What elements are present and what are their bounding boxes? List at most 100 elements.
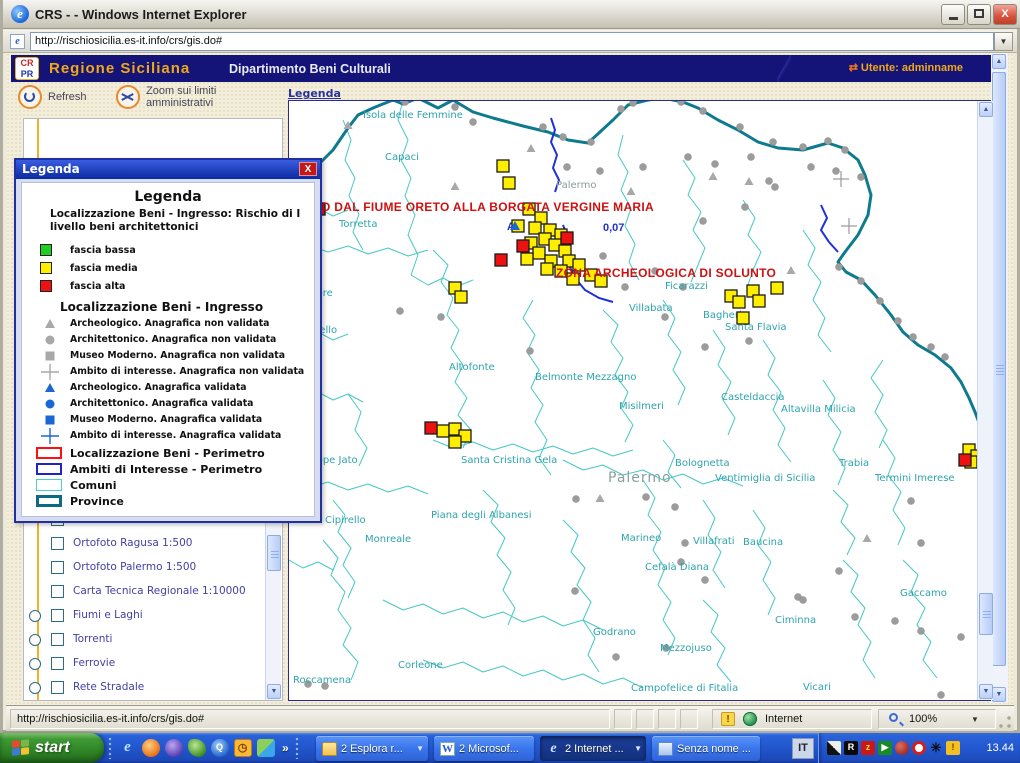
internet-explorer-icon[interactable]: e bbox=[119, 739, 137, 757]
internet-globe-icon bbox=[743, 712, 757, 726]
security-shield-icon[interactable]: ! bbox=[946, 741, 960, 755]
layer-checkbox[interactable] bbox=[51, 633, 64, 646]
crp-logo-icon: CRPR bbox=[15, 57, 39, 80]
address-input[interactable]: http://rischiosicilia.es-it.info/crs/gis… bbox=[30, 32, 994, 51]
layer-row: Ortofoto Ragusa 1:500 bbox=[24, 536, 264, 554]
layer-row: Ferrovie bbox=[24, 656, 264, 674]
cross-marker-icon bbox=[40, 428, 60, 444]
layer-label: Rete Stradale bbox=[73, 681, 144, 693]
browser-scrollbar[interactable]: ▲ ▼ bbox=[991, 53, 1008, 703]
layer-label: Torrenti bbox=[73, 633, 112, 645]
legend-item-label: Localizzazione Beni - Perimetro bbox=[70, 447, 265, 460]
resize-grip[interactable] bbox=[998, 715, 1012, 729]
square-marker-icon bbox=[40, 348, 60, 364]
map-scrollbar[interactable]: ▲ ▼ bbox=[977, 101, 993, 700]
windows-flag-icon bbox=[12, 739, 29, 757]
map-canvas[interactable]: A0,07Isola delle FemmineCapaciPalermoini… bbox=[288, 100, 994, 701]
browser-scroll-thumb[interactable] bbox=[992, 72, 1006, 666]
close-button[interactable]: X bbox=[993, 4, 1017, 25]
address-dropdown-button[interactable]: ▼ bbox=[994, 32, 1013, 51]
legend-swatch-icon bbox=[40, 280, 52, 292]
green-player-icon[interactable]: ▶ bbox=[878, 741, 892, 755]
legend-popup-titlebar[interactable]: Legenda bbox=[16, 160, 320, 179]
taskbar-button-label: 2 Esplora r... bbox=[341, 743, 403, 755]
legend-item-label: Ambito di interesse. Anagrafica non vali… bbox=[70, 366, 304, 377]
red-ball-icon[interactable] bbox=[895, 741, 909, 755]
taskbar-button-label: 2 Microsof... bbox=[459, 743, 519, 755]
browser-scroll-down-icon[interactable]: ▼ bbox=[992, 687, 1006, 702]
sidebar-scroll-thumb[interactable] bbox=[267, 535, 281, 571]
media-green-icon[interactable] bbox=[188, 739, 206, 757]
start-button[interactable]: start bbox=[0, 733, 104, 763]
firefox-icon[interactable] bbox=[142, 739, 160, 757]
layer-label: Fiumi e Laghi bbox=[73, 609, 143, 621]
taskbar-button[interactable]: e2 Internet ...▼ bbox=[540, 736, 646, 761]
browser-window: e CRS - - Windows Internet Explorer X e … bbox=[0, 0, 1020, 733]
layer-radio[interactable] bbox=[29, 634, 41, 646]
layer-radio[interactable] bbox=[29, 682, 41, 694]
map-panel[interactable]: A0,07Isola delle FemmineCapaciPalermoini… bbox=[288, 100, 994, 701]
legend-close-button[interactable]: X bbox=[299, 162, 317, 176]
java-icon[interactable] bbox=[165, 739, 183, 757]
quicktime-icon[interactable]: Q bbox=[211, 739, 229, 757]
layer-checkbox[interactable] bbox=[51, 561, 64, 574]
map-scroll-up-icon[interactable]: ▲ bbox=[979, 102, 993, 117]
taskbar-button[interactable]: Senza nome ... bbox=[652, 736, 760, 761]
legend-item: fascia media bbox=[40, 260, 314, 278]
zoom-limits-icon bbox=[116, 85, 140, 109]
toolbar-handle[interactable] bbox=[108, 737, 112, 759]
layer-checkbox[interactable] bbox=[51, 585, 64, 598]
language-indicator[interactable]: IT bbox=[792, 738, 814, 759]
title-bar[interactable]: e CRS - - Windows Internet Explorer X bbox=[3, 0, 1020, 29]
layer-radio[interactable] bbox=[29, 610, 41, 622]
user-indicator: ⇄Utente: adminname bbox=[849, 61, 963, 74]
layer-checkbox[interactable] bbox=[51, 609, 64, 622]
taskbar-button[interactable]: W2 Microsof... bbox=[434, 736, 534, 761]
black-star-icon[interactable]: ✳ bbox=[929, 741, 943, 755]
layer-checkbox[interactable] bbox=[51, 681, 64, 694]
checker-icon[interactable] bbox=[827, 741, 841, 755]
zoom-pane[interactable]: 100% ▼ bbox=[878, 709, 996, 729]
layer-radio[interactable] bbox=[29, 658, 41, 670]
legend-outline-swatch-icon bbox=[36, 479, 62, 491]
legend-item-label: Architettonico. Anagrafica validata bbox=[70, 398, 253, 409]
legend-outline-swatch-icon bbox=[36, 463, 62, 475]
legend-item-label: Archeologico. Anagrafica validata bbox=[70, 382, 247, 393]
zone-label: Internet bbox=[765, 713, 802, 725]
minimize-button[interactable] bbox=[941, 4, 965, 25]
ie-icon: e bbox=[546, 742, 561, 756]
legend-item: Ambito di interesse. Anagrafica validata bbox=[22, 428, 314, 444]
lightning-icon[interactable]: z bbox=[861, 741, 875, 755]
layer-checkbox[interactable] bbox=[51, 657, 64, 670]
legend-outline-swatch-icon bbox=[36, 447, 62, 459]
legend-subtitle: Localizzazione Beni - Ingresso: Rischio … bbox=[50, 208, 304, 234]
layer-checkbox[interactable] bbox=[51, 537, 64, 550]
map-scroll-down-icon[interactable]: ▼ bbox=[979, 684, 993, 699]
browser-scroll-up-icon[interactable]: ▲ bbox=[992, 54, 1006, 69]
taskbar-button[interactable]: 2 Esplora r... ▼ bbox=[316, 736, 428, 761]
sidebar-scroll-down-icon[interactable]: ▼ bbox=[267, 684, 281, 699]
legend-item: Architettonico. Anagrafica validata bbox=[22, 396, 314, 412]
legend-outline-swatch-icon bbox=[36, 495, 62, 507]
dropdown-caret-icon[interactable]: ▼ bbox=[634, 744, 642, 753]
toolbar-handle[interactable] bbox=[295, 737, 299, 759]
legend-item-label: fascia bassa bbox=[70, 245, 136, 256]
legend-link[interactable]: Legenda bbox=[288, 87, 341, 100]
black-glyph-icon[interactable]: R bbox=[844, 741, 858, 755]
zoom-caret-icon[interactable]: ▼ bbox=[971, 715, 979, 724]
red-ring-icon[interactable] bbox=[912, 741, 926, 755]
quick-launch-overflow-icon[interactable]: » bbox=[282, 741, 289, 755]
dropdown-caret-icon[interactable]: ▼ bbox=[416, 744, 424, 753]
zoom-admin-limits-button[interactable]: Zoom sui limiti amministrativi bbox=[116, 85, 256, 109]
refresh-icon bbox=[18, 85, 42, 109]
legend-item: Architettonico. Anagrafica non validata bbox=[22, 332, 314, 348]
legend-item: Museo Moderno. Anagrafica validata bbox=[22, 412, 314, 428]
clock-icon[interactable]: ◷ bbox=[234, 739, 252, 757]
layer-row: Ortofoto Palermo 1:500 bbox=[24, 560, 264, 578]
legend-swatch-icon bbox=[40, 244, 52, 256]
address-bar: e http://rischiosicilia.es-it.info/crs/g… bbox=[3, 30, 1017, 53]
maximize-button[interactable] bbox=[967, 4, 991, 25]
map-scroll-thumb[interactable] bbox=[979, 593, 993, 635]
legend-item-label: Ambiti di Interesse - Perimetro bbox=[70, 463, 262, 476]
messenger-icon[interactable] bbox=[257, 739, 275, 757]
